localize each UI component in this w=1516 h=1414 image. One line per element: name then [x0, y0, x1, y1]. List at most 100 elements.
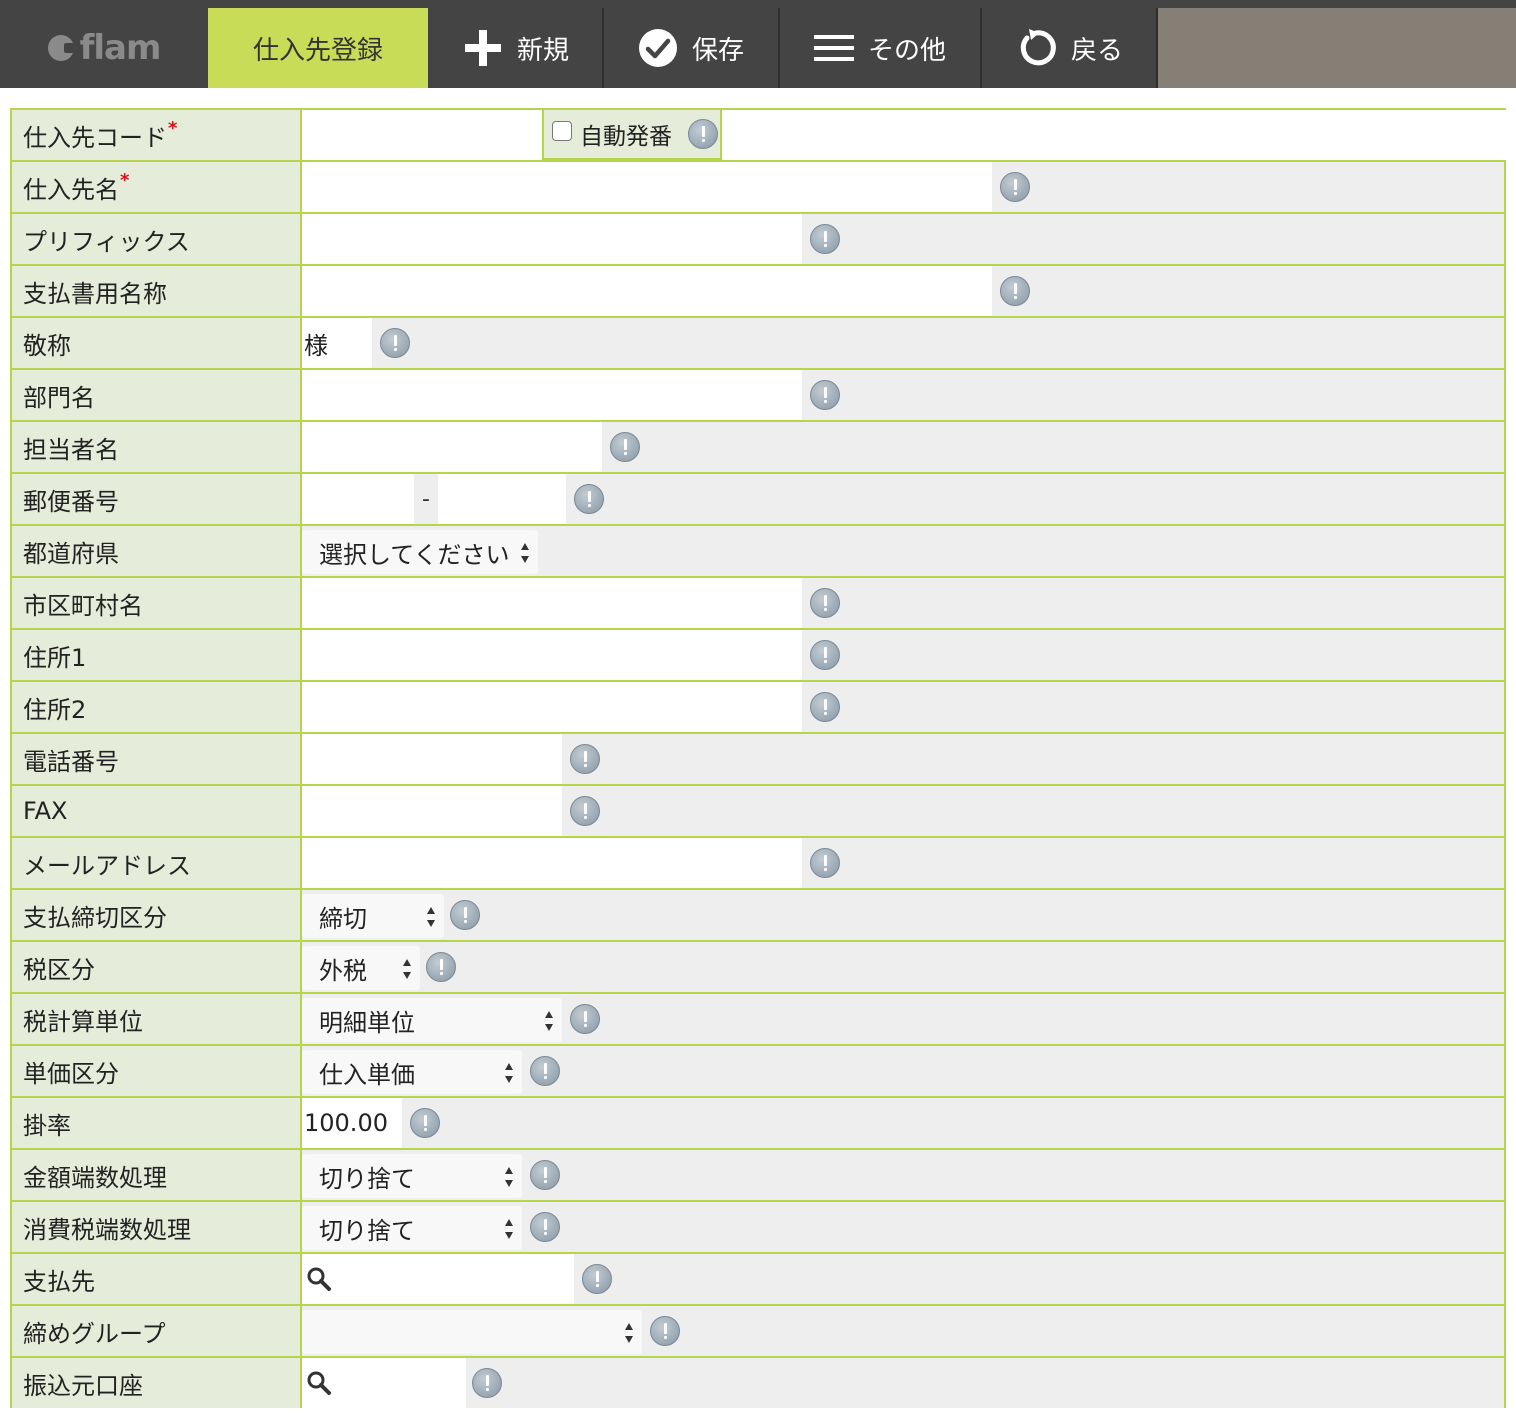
tax-rounding-label: 消費税端数処理	[10, 1202, 302, 1252]
amount-rounding-field-area: 切り捨て	[302, 1150, 1506, 1200]
tax-calc-unit-select[interactable]: 明細単位	[302, 998, 562, 1042]
amount-rounding-select[interactable]: 切り捨て	[302, 1154, 522, 1198]
logo-text: flam	[79, 28, 162, 68]
info-icon[interactable]	[530, 1160, 560, 1190]
form-row-prefecture: 都道府県 選択してください	[10, 524, 1506, 576]
closing-group-label: 締めグループ	[10, 1306, 302, 1356]
select-arrows-icon	[505, 1219, 513, 1239]
closing-group-select[interactable]	[302, 1310, 642, 1354]
form-row-closing-group: 締めグループ	[10, 1304, 1506, 1356]
info-icon[interactable]	[570, 744, 600, 774]
form-row-address1: 住所1	[10, 628, 1506, 680]
tax-type-label: 税区分	[10, 942, 302, 992]
info-icon[interactable]	[1000, 172, 1030, 202]
department-input[interactable]	[302, 370, 802, 420]
fax-input[interactable]	[302, 786, 562, 836]
form-row-tax-calc-unit: 税計算単位 明細単位	[10, 992, 1506, 1044]
postal-code-first-input[interactable]	[302, 474, 414, 524]
tab-supplier-registration[interactable]: 仕入先登録	[208, 8, 428, 88]
payment-doc-name-label: 支払書用名称	[10, 266, 302, 316]
contact-input[interactable]	[302, 422, 602, 472]
address2-input[interactable]	[302, 682, 802, 732]
prefecture-select[interactable]: 選択してください	[302, 530, 538, 574]
payment-doc-name-field-area	[302, 266, 1506, 316]
form-row-fax: FAX	[10, 784, 1506, 836]
info-icon[interactable]	[574, 484, 604, 514]
city-input[interactable]	[302, 578, 802, 628]
info-icon[interactable]	[380, 328, 410, 358]
rate-input[interactable]: 100.00	[302, 1098, 402, 1148]
info-icon[interactable]	[650, 1316, 680, 1346]
rate-field-area: 100.00	[302, 1098, 1506, 1148]
address1-label: 住所1	[10, 630, 302, 680]
form-row-unit-price-type: 単価区分 仕入単価	[10, 1044, 1506, 1096]
info-icon[interactable]	[810, 224, 840, 254]
other-menu-button[interactable]: その他	[780, 8, 982, 88]
form-row-contact: 担当者名	[10, 420, 1506, 472]
supplier-form: 仕入先コード * 自動発番 仕入先名 * プリフィックス 支払書用名称 敬称 様…	[10, 108, 1506, 1408]
prefix-field-area	[302, 214, 1506, 264]
supplier-code-label-text: 仕入先コード	[23, 123, 167, 152]
info-icon[interactable]	[1000, 276, 1030, 306]
honorific-input[interactable]: 様	[302, 318, 372, 368]
info-icon[interactable]	[688, 119, 718, 149]
back-button[interactable]: 戻る	[982, 8, 1158, 88]
amount-rounding-select-value: 切り捨て	[319, 1164, 415, 1193]
form-row-phone: 電話番号	[10, 732, 1506, 784]
flam-logo[interactable]: flam	[0, 8, 208, 88]
supplier-code-input[interactable]	[302, 110, 542, 160]
rate-label: 掛率	[10, 1098, 302, 1148]
select-arrows-icon	[545, 1011, 553, 1031]
email-input[interactable]	[302, 838, 802, 888]
info-icon[interactable]	[582, 1264, 612, 1294]
unit-price-type-select-value: 仕入単価	[319, 1060, 415, 1089]
info-icon[interactable]	[570, 796, 600, 826]
info-icon[interactable]	[450, 900, 480, 930]
address2-field-area	[302, 682, 1506, 732]
auto-number-option[interactable]: 自動発番	[542, 108, 722, 160]
unit-price-type-select[interactable]: 仕入単価	[302, 1050, 522, 1094]
source-account-label: 振込元口座	[10, 1358, 302, 1408]
tax-rounding-select[interactable]: 切り捨て	[302, 1206, 522, 1250]
info-icon[interactable]	[410, 1108, 440, 1138]
closing-type-select[interactable]: 締切	[302, 894, 444, 938]
supplier-name-label-text: 仕入先名	[23, 175, 119, 204]
city-label: 市区町村名	[10, 578, 302, 628]
payee-search-input[interactable]	[302, 1254, 574, 1304]
supplier-code-label: 仕入先コード *	[10, 110, 302, 160]
amount-rounding-label: 金額端数処理	[10, 1150, 302, 1200]
info-icon[interactable]	[610, 432, 640, 462]
form-row-source-account: 振込元口座	[10, 1356, 1506, 1408]
save-button[interactable]: 保存	[604, 8, 780, 88]
search-icon[interactable]	[306, 1370, 332, 1396]
address1-field-area	[302, 630, 1506, 680]
postal-code-second-input[interactable]	[438, 474, 566, 524]
info-icon[interactable]	[570, 1004, 600, 1034]
closing-type-field-area: 締切	[302, 890, 1506, 940]
info-icon[interactable]	[810, 848, 840, 878]
info-icon[interactable]	[810, 380, 840, 410]
top-toolbar: flam 仕入先登録 新規 保存 その他 戻る	[0, 0, 1516, 88]
tax-calc-unit-field-area: 明細単位	[302, 994, 1506, 1044]
info-icon[interactable]	[810, 588, 840, 618]
source-account-search-input[interactable]	[302, 1358, 466, 1408]
tax-type-select[interactable]: 外税	[302, 946, 420, 990]
payment-doc-name-input[interactable]	[302, 266, 992, 316]
info-icon[interactable]	[810, 692, 840, 722]
supplier-name-input[interactable]	[302, 162, 992, 212]
prefix-input[interactable]	[302, 214, 802, 264]
form-row-payee: 支払先	[10, 1252, 1506, 1304]
info-icon[interactable]	[472, 1368, 502, 1398]
search-icon[interactable]	[306, 1266, 332, 1292]
address1-input[interactable]	[302, 630, 802, 680]
form-row-city: 市区町村名	[10, 576, 1506, 628]
info-icon[interactable]	[530, 1056, 560, 1086]
new-button[interactable]: 新規	[430, 8, 604, 88]
department-label: 部門名	[10, 370, 302, 420]
auto-number-checkbox[interactable]	[552, 121, 572, 141]
postal-code-label: 郵便番号	[10, 474, 302, 524]
info-icon[interactable]	[426, 952, 456, 982]
phone-input[interactable]	[302, 734, 562, 784]
info-icon[interactable]	[810, 640, 840, 670]
info-icon[interactable]	[530, 1212, 560, 1242]
